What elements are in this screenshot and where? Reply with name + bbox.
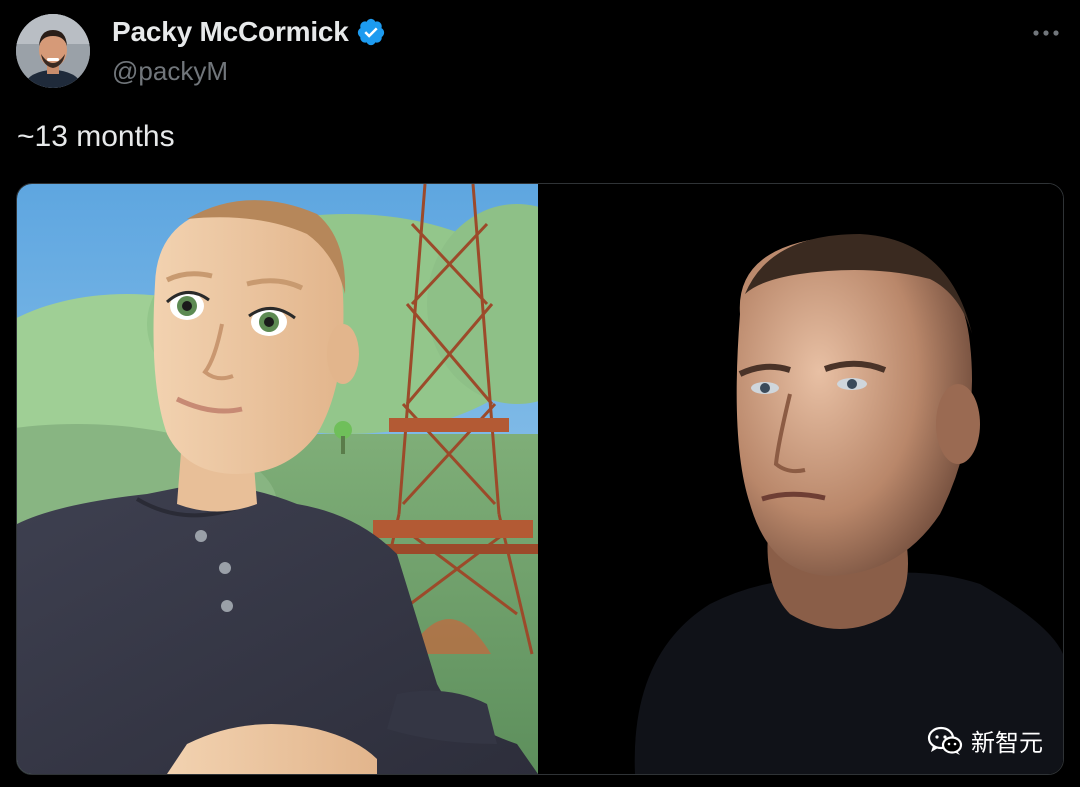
tweet-text: ~13 months [17, 120, 175, 153]
profile-avatar-image [16, 14, 90, 88]
person-photo-image [540, 184, 1063, 774]
author-handle[interactable]: @packyM [112, 56, 228, 87]
author-name-row: Packy McCormick [112, 16, 386, 48]
tweet: Packy McCormick @packyM ~13 months 新智元 [0, 0, 1080, 787]
avatar-render-image [17, 184, 538, 774]
author-display-name[interactable]: Packy McCormick [112, 16, 349, 48]
wechat-icon [927, 726, 963, 755]
more-options-button[interactable] [1028, 18, 1064, 48]
more-options-icon [1033, 30, 1059, 36]
watermark: 新智元 [927, 723, 1043, 758]
verified-badge-icon [357, 18, 384, 46]
media-image-left[interactable] [17, 184, 538, 774]
tweet-media[interactable]: 新智元 [16, 183, 1064, 775]
author-avatar[interactable] [16, 14, 90, 88]
watermark-text: 新智元 [971, 729, 1043, 757]
media-image-right[interactable]: 新智元 [540, 184, 1063, 774]
